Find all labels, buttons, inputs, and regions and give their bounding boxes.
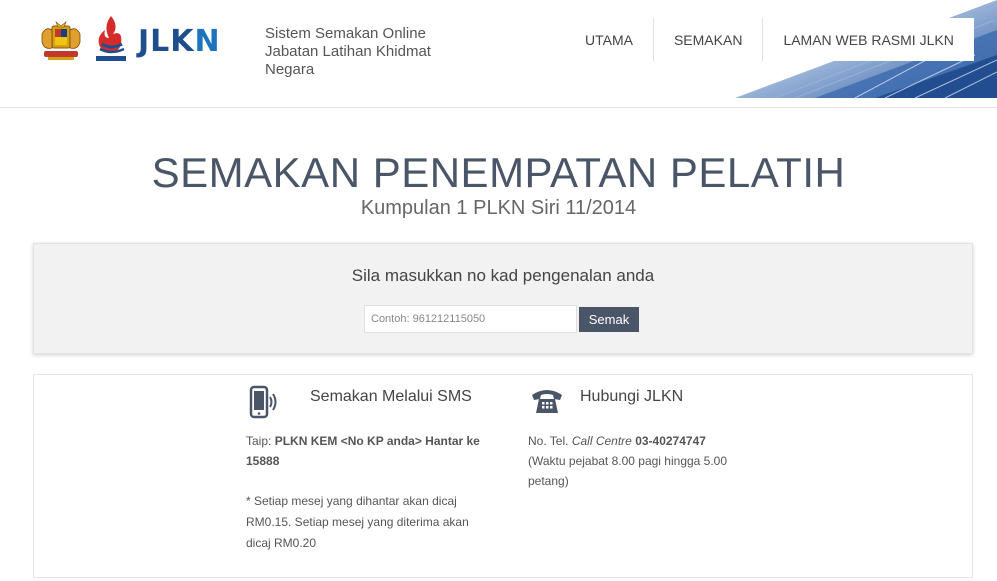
sms-charge-note: * Setiap mesej yang dihantar akan dicaj …: [246, 494, 469, 550]
main-nav: UTAMA SEMAKAN LAMAN WEB RASMI JLKN: [565, 18, 974, 61]
nav-semakan[interactable]: SEMAKAN: [653, 18, 764, 61]
contact-heading: Hubungi JLKN: [580, 388, 684, 405]
telephone-icon: [532, 390, 562, 413]
sms-instruction: Taip: PLKN KEM <No KP anda> Hantar ke 15…: [246, 434, 480, 468]
malaysia-crest-logo[interactable]: [36, 20, 86, 62]
site-header: JLKN Sistem Semakan Online Jabatan Latih…: [0, 0, 997, 108]
sms-heading: Semakan Melalui SMS: [310, 388, 472, 405]
search-panel: Sila masukkan no kad pengenalan anda Sem…: [33, 243, 973, 354]
contact-details: No. Tel. Call Centre 03-40274747 (Waktu …: [528, 434, 728, 488]
page-subtitle: Kumpulan 1 PLKN Siri 11/2014: [360, 197, 637, 219]
ic-number-input[interactable]: [364, 305, 577, 333]
search-prompt: Sila masukkan no kad pengenalan anda: [351, 266, 655, 285]
site-title: Sistem Semakan Online Jabatan Latihan Kh…: [265, 25, 431, 78]
nav-utama[interactable]: UTAMA: [565, 18, 654, 61]
page-title: SEMAKAN PENEMPATAN PELATIH: [151, 149, 846, 196]
semak-button[interactable]: Semak: [579, 307, 639, 332]
mobile-phone-icon: [249, 385, 277, 419]
nav-laman-web-rasmi[interactable]: LAMAN WEB RASMI JLKN: [763, 18, 974, 61]
jlkn-logo-text[interactable]: JLKN: [138, 24, 221, 59]
khidmat-negara-flame-logo[interactable]: [92, 14, 130, 64]
info-panel: Semakan Melalui SMS Taip: PLKN KEM <No K…: [33, 374, 973, 578]
